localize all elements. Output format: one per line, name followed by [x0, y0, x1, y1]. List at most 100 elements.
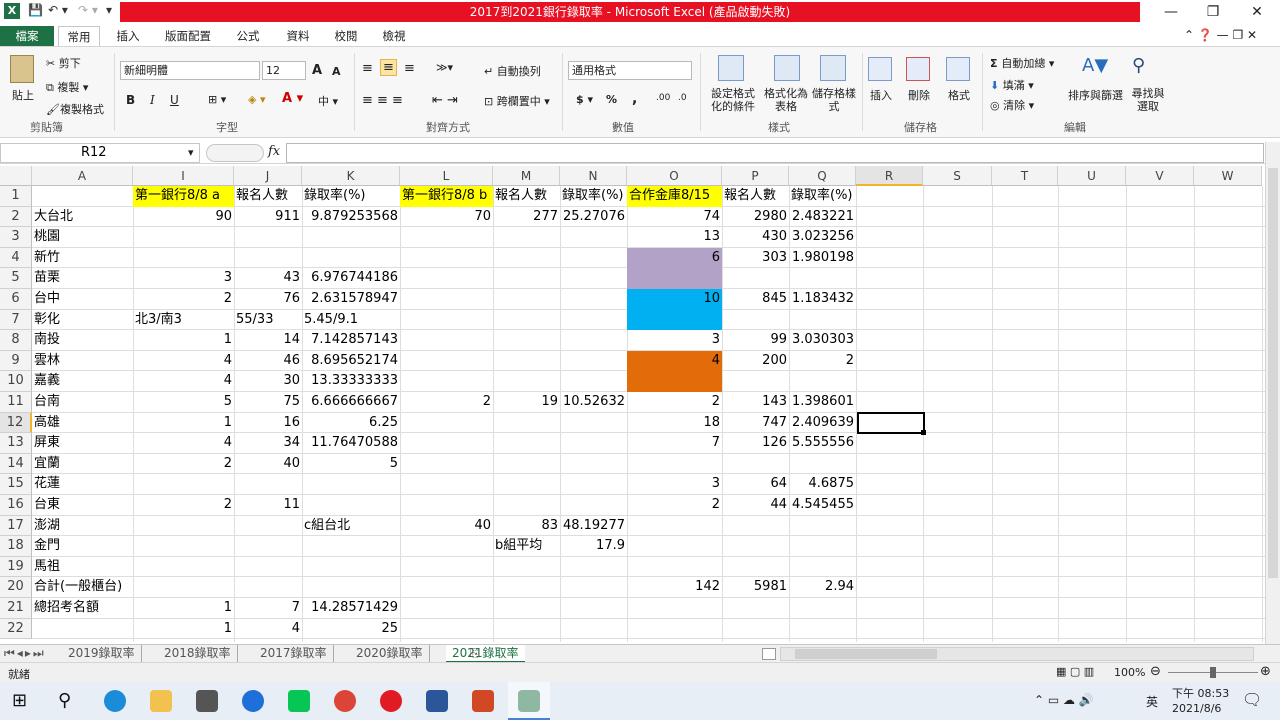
format-table-icon[interactable]: [774, 55, 800, 81]
sheet-tab-1[interactable]: 2019錄取率: [62, 645, 142, 663]
cell-o9[interactable]: 4: [627, 351, 722, 372]
cell-k13[interactable]: 11.76470588: [302, 433, 400, 454]
cell-a6[interactable]: 台中: [32, 289, 133, 310]
cell-a5[interactable]: 苗栗: [32, 268, 133, 289]
cell-q16[interactable]: 4.545455: [789, 495, 856, 516]
cell-a14[interactable]: 宜蘭: [32, 454, 133, 475]
cell-q6[interactable]: 1.183432: [789, 289, 856, 310]
cell-i1[interactable]: 第一銀行8/8 a: [133, 186, 234, 207]
column-header-l[interactable]: L: [400, 166, 493, 186]
insert-cells-icon[interactable]: [868, 57, 892, 81]
cell-j22[interactable]: 4: [234, 619, 302, 640]
cell-j10[interactable]: 30: [234, 371, 302, 392]
new-sheet-icon[interactable]: ⎘: [470, 645, 480, 663]
cell-l11[interactable]: 2: [400, 392, 493, 413]
align-middle-icon[interactable]: ≡: [380, 59, 397, 76]
cell-k6[interactable]: 2.631578947: [302, 289, 400, 310]
cell-a2[interactable]: 大台北: [32, 207, 133, 228]
cell-o8[interactable]: 3: [627, 330, 722, 351]
minimize-button[interactable]: —: [1156, 2, 1186, 22]
cell-o13[interactable]: 7: [627, 433, 722, 454]
insert-cells-button[interactable]: 插入: [870, 87, 892, 103]
autosum-button[interactable]: Σ 自動加總 ▾: [990, 55, 1054, 71]
file-explorer-icon[interactable]: [150, 690, 172, 712]
cell-q13[interactable]: 5.555556: [789, 433, 856, 454]
ie-icon[interactable]: [242, 690, 264, 712]
vertical-scroll-thumb[interactable]: [1268, 168, 1278, 578]
tab-page-layout[interactable]: 版面配置: [158, 26, 218, 46]
cell-i11[interactable]: 5: [133, 392, 234, 413]
cell-a8[interactable]: 南投: [32, 330, 133, 351]
binoculars-icon[interactable]: ⚲: [1132, 55, 1145, 76]
search-icon[interactable]: ⚲: [58, 690, 71, 711]
format-table-button[interactable]: 格式化為表格: [764, 87, 808, 113]
ribbon-window-controls[interactable]: ⌃ ❓ — ❐ ✕: [1184, 28, 1257, 42]
format-cells-button[interactable]: 格式: [948, 87, 970, 103]
cell-p2[interactable]: 2980: [722, 207, 789, 228]
cell-p16[interactable]: 44: [722, 495, 789, 516]
clear-button[interactable]: ◎ 清除 ▾: [990, 97, 1034, 113]
cell-q4[interactable]: 1.980198: [789, 248, 856, 269]
cell-i13[interactable]: 4: [133, 433, 234, 454]
cell-p20[interactable]: 5981: [722, 577, 789, 598]
column-header-p[interactable]: P: [722, 166, 789, 186]
row-header-12[interactable]: 12: [0, 412, 32, 434]
find-select-button[interactable]: 尋找與選取: [1128, 87, 1168, 113]
cell-k21[interactable]: 14.28571429: [302, 598, 400, 619]
cell-p11[interactable]: 143: [722, 392, 789, 413]
cell-a17[interactable]: 澎湖: [32, 516, 133, 537]
cell-q9[interactable]: 2: [789, 351, 856, 372]
wrap-text-button[interactable]: ↵ 自動換列: [484, 63, 541, 79]
cell-a11[interactable]: 台南: [32, 392, 133, 413]
row-header-6[interactable]: 6: [0, 289, 32, 310]
cell-k1[interactable]: 錄取率(%): [302, 186, 400, 207]
ime-indicator[interactable]: 英: [1146, 693, 1158, 710]
font-size-select[interactable]: 12: [262, 61, 306, 80]
cell-a4[interactable]: 新竹: [32, 248, 133, 269]
cell-o2[interactable]: 74: [627, 207, 722, 228]
cell-m1[interactable]: 報名人數: [493, 186, 560, 207]
cell-m18[interactable]: b組平均: [493, 536, 560, 557]
conditional-format-icon[interactable]: [718, 55, 744, 81]
column-header-s[interactable]: S: [923, 166, 992, 186]
row-header-13[interactable]: 13: [0, 433, 32, 454]
cell-k22[interactable]: 25: [302, 619, 400, 640]
horizontal-scrollbar[interactable]: [780, 647, 1254, 661]
cell-k11[interactable]: 6.666666667: [302, 392, 400, 413]
cell-j9[interactable]: 46: [234, 351, 302, 372]
column-header-a[interactable]: A: [32, 166, 133, 186]
cell-i14[interactable]: 2: [133, 454, 234, 475]
view-buttons[interactable]: ▦ ▢ ▥: [1056, 665, 1094, 678]
cell-l17[interactable]: 40: [400, 516, 493, 537]
cell-l2[interactable]: 70: [400, 207, 493, 228]
cell-p13[interactable]: 126: [722, 433, 789, 454]
cell-j13[interactable]: 34: [234, 433, 302, 454]
tab-review[interactable]: 校閱: [326, 26, 366, 46]
cell-p8[interactable]: 99: [722, 330, 789, 351]
row-header-10[interactable]: 10: [0, 371, 32, 392]
excel-icon[interactable]: X: [4, 3, 20, 19]
cell-a16[interactable]: 台東: [32, 495, 133, 516]
cell-p15[interactable]: 64: [722, 474, 789, 495]
conditional-format-button[interactable]: 設定格式化的條件: [706, 87, 760, 113]
row-header-1[interactable]: 1: [0, 186, 32, 207]
word-icon[interactable]: [426, 690, 448, 712]
worksheet-grid[interactable]: AIJKLMNOPQRSTUVW 1 2 3 4 5 6 7 8 9 10 11 12 13 14 15 16…: [0, 166, 1265, 642]
cell-a10[interactable]: 嘉義: [32, 371, 133, 392]
row-header-8[interactable]: 8: [0, 330, 32, 351]
column-header-k[interactable]: K: [302, 166, 400, 186]
cell-a15[interactable]: 花蓮: [32, 474, 133, 495]
cell-a13[interactable]: 屏東: [32, 433, 133, 454]
cell-q20[interactable]: 2.94: [789, 577, 856, 598]
cell-i9[interactable]: 4: [133, 351, 234, 372]
cell-a9[interactable]: 雲林: [32, 351, 133, 372]
cell-n2[interactable]: 25.27076: [560, 207, 627, 228]
clock-date[interactable]: 2021/8/6: [1172, 702, 1221, 715]
format-cells-icon[interactable]: [946, 57, 970, 81]
decrease-decimal-button[interactable]: .0: [678, 93, 687, 103]
zoom-level[interactable]: 100%: [1114, 666, 1145, 679]
column-header-v[interactable]: V: [1126, 166, 1194, 186]
row-header-9[interactable]: 9: [0, 350, 32, 372]
zoom-out-icon[interactable]: ⊖: [1150, 664, 1161, 679]
row-header-21[interactable]: 21: [0, 598, 32, 619]
